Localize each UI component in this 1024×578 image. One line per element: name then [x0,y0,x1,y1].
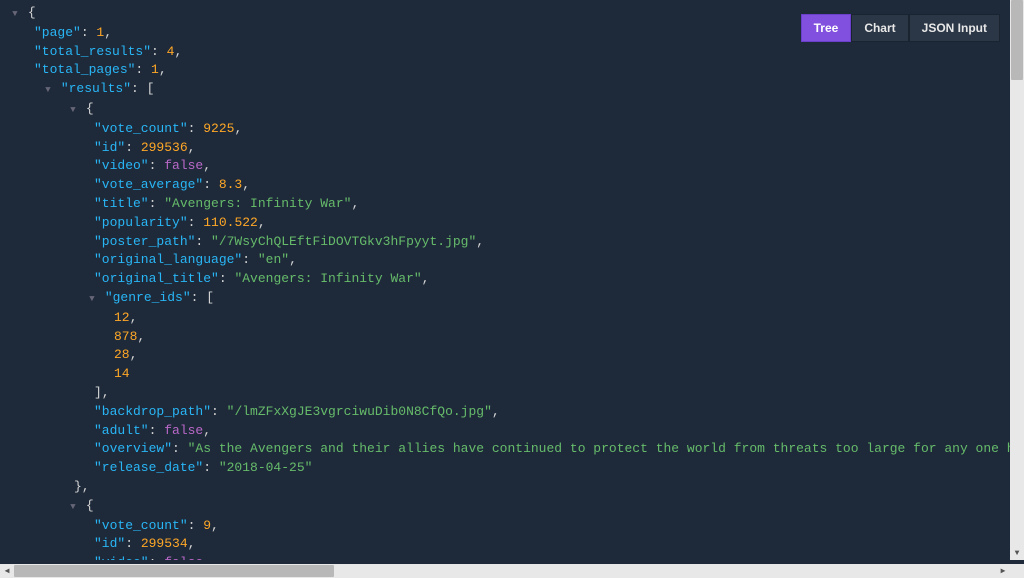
toggle-icon[interactable]: ▼ [68,101,78,120]
key-original-language: "original_language" [94,252,242,267]
val-popularity: 110.522 [203,215,258,230]
val-backdrop-path: "/lmZFxXgJE3vgrciwuDib0N8CfQo.jpg" [227,404,492,419]
key-title: "title" [94,196,149,211]
key-popularity: "popularity" [94,215,188,230]
val-genre-id: 14 [114,366,130,381]
scroll-right-icon[interactable]: ▶ [996,564,1010,578]
toggle-icon[interactable]: ▼ [43,81,53,100]
scroll-left-icon[interactable]: ◀ [0,564,14,578]
key-results: "results" [61,81,131,96]
vertical-scrollbar[interactable]: ▼ [1010,0,1024,560]
key-release-date: "release_date" [94,460,203,475]
val-video: false [164,158,203,173]
view-tabs: Tree Chart JSON Input [801,14,1000,42]
scroll-down-icon[interactable]: ▼ [1010,546,1024,560]
toggle-icon[interactable]: ▼ [10,5,20,24]
val-release-date: "2018-04-25" [219,460,313,475]
toggle-icon[interactable]: ▼ [68,498,78,517]
val-title: "Avengers: Infinity War" [164,196,351,211]
val-id: 299534 [141,536,188,551]
tab-json-input[interactable]: JSON Input [909,14,1000,42]
scrollbar-thumb[interactable] [1011,0,1023,80]
key-vote-count: "vote_count" [94,518,188,533]
bracket-close: ], [94,385,110,400]
key-genre-ids: "genre_ids" [105,290,191,305]
brace-open: { [28,5,36,20]
brace-open: { [86,498,94,513]
val-id: 299536 [141,140,188,155]
val-total-pages: 1 [151,62,159,77]
horizontal-scrollbar[interactable]: ◀ ▶ [0,564,1010,578]
val-genre-id: 12 [114,310,130,325]
key-vote-average: "vote_average" [94,177,203,192]
json-tree: ▼ { "page": 1, "total_results": 4, "tota… [0,0,1010,560]
val-video: false [164,555,203,560]
key-adult: "adult" [94,423,149,438]
val-original-title: "Avengers: Infinity War" [234,271,421,286]
json-viewport: ▼ { "page": 1, "total_results": 4, "tota… [0,0,1010,560]
key-original-title: "original_title" [94,271,219,286]
val-vote-count: 9 [203,518,211,533]
key-page: "page" [34,25,81,40]
key-total-pages: "total_pages" [34,62,135,77]
tab-chart[interactable]: Chart [851,14,908,42]
val-adult: false [164,423,203,438]
key-backdrop-path: "backdrop_path" [94,404,211,419]
key-vote-count: "vote_count" [94,121,188,136]
val-vote-count: 9225 [203,121,234,136]
tab-tree[interactable]: Tree [801,14,852,42]
key-id: "id" [94,140,125,155]
key-poster-path: "poster_path" [94,234,195,249]
scrollbar-corner [1010,564,1024,578]
key-video: "video" [94,158,149,173]
val-overview: "As the Avengers and their allies have c… [188,441,1010,456]
val-original-language: "en" [258,252,289,267]
toggle-icon[interactable]: ▼ [87,290,97,309]
key-overview: "overview" [94,441,172,456]
key-video: "video" [94,555,149,560]
val-genre-id: 28 [114,347,130,362]
val-poster-path: "/7WsyChQLEftFiDOVTGkv3hFpyyt.jpg" [211,234,476,249]
key-id: "id" [94,536,125,551]
key-total-results: "total_results" [34,44,151,59]
brace-open: { [86,101,94,116]
val-vote-average: 8.3 [219,177,242,192]
val-genre-id: 878 [114,329,137,344]
brace-close: }, [74,479,90,494]
scrollbar-thumb[interactable] [14,565,334,577]
